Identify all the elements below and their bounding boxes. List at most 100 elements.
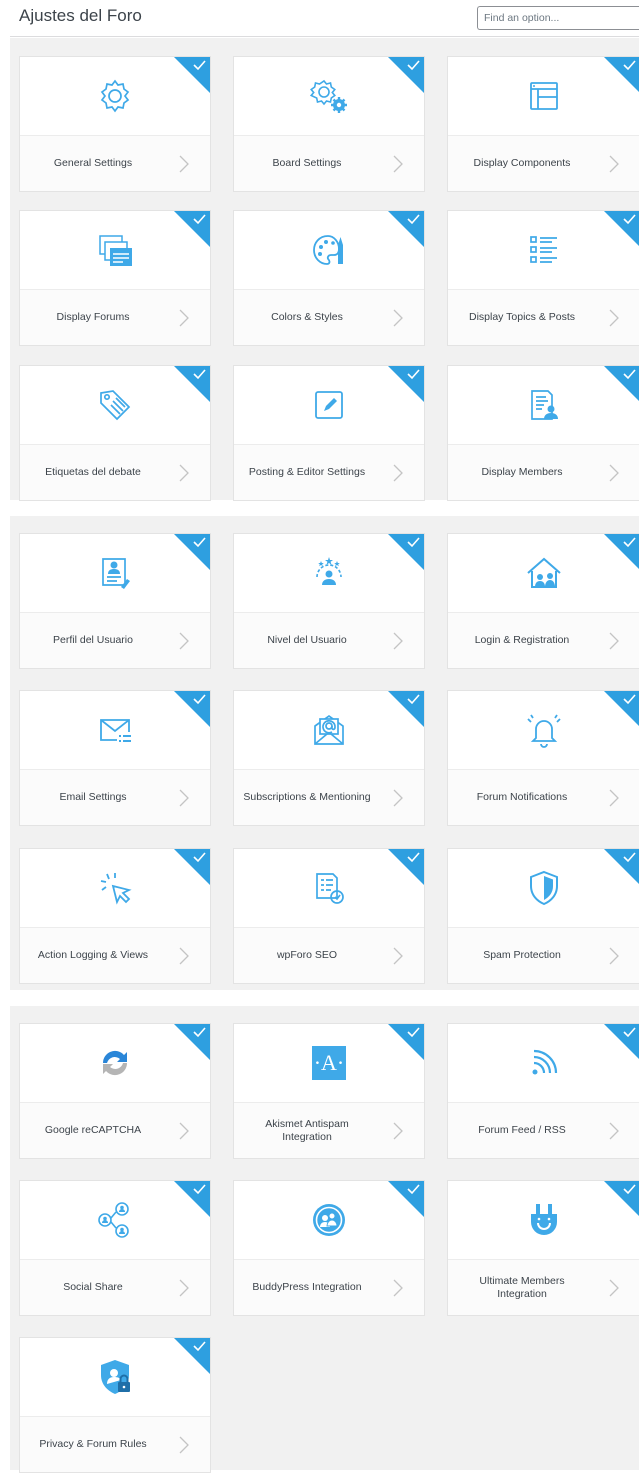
chevron-right-icon xyxy=(179,1122,189,1140)
chevron-right-icon xyxy=(609,309,619,327)
edit-pencil-icon xyxy=(309,385,349,425)
settings-card[interactable]: Etiquetas del debate xyxy=(19,365,211,501)
rss-icon xyxy=(524,1043,564,1083)
checkmark-badge-icon xyxy=(388,366,424,402)
chevron-right-icon xyxy=(179,1279,189,1297)
checkmark-badge-icon xyxy=(604,1181,639,1216)
card-footer: Display Components xyxy=(448,135,639,191)
settings-card[interactable]: wpForo SEO xyxy=(233,848,425,984)
settings-card[interactable]: Social Share xyxy=(19,1180,211,1316)
card-label: Social Share xyxy=(63,1281,123,1293)
card-label: Display Forums xyxy=(56,311,130,323)
card-label: Perfil del Usuario xyxy=(53,634,133,646)
stacked-windows-icon xyxy=(95,230,135,270)
chevron-right-icon xyxy=(393,1279,403,1297)
chevron-right-icon xyxy=(609,632,619,650)
chevron-right-icon xyxy=(609,464,619,482)
search-input[interactable] xyxy=(477,6,639,30)
home-users-icon xyxy=(524,553,564,593)
settings-card[interactable]: Display Components xyxy=(447,56,639,192)
checkmark-badge-icon xyxy=(174,366,210,402)
card-footer: Colors & Styles xyxy=(234,289,424,345)
card-footer: Privacy & Forum Rules xyxy=(20,1416,210,1472)
card-label: Etiquetas del debate xyxy=(45,466,141,478)
settings-card[interactable]: Ultimate Members Integration xyxy=(447,1180,639,1316)
settings-card[interactable]: Email Settings xyxy=(19,690,211,826)
checkmark-badge-icon xyxy=(388,211,424,247)
settings-card[interactable]: General Settings xyxy=(19,56,211,192)
settings-card[interactable]: Spam Protection xyxy=(447,848,639,984)
card-label: Action Logging & Views xyxy=(37,949,149,961)
gear-icon xyxy=(95,76,135,116)
checkmark-badge-icon xyxy=(604,211,639,246)
card-label: Posting & Editor Settings xyxy=(248,466,366,478)
card-label: Google reCAPTCHA xyxy=(44,1124,142,1136)
card-label: Display Components xyxy=(473,157,571,169)
checkmark-badge-icon xyxy=(388,57,424,93)
chevron-right-icon xyxy=(179,309,189,327)
card-label: Forum Feed / RSS xyxy=(478,1124,566,1136)
card-footer: Forum Notifications xyxy=(448,769,639,825)
chevron-right-icon xyxy=(179,155,189,173)
card-footer: BuddyPress Integration xyxy=(234,1259,424,1315)
settings-card[interactable]: Perfil del Usuario xyxy=(19,533,211,669)
list-icon xyxy=(524,230,564,270)
card-footer: Perfil del Usuario xyxy=(20,612,210,668)
checkmark-badge-icon xyxy=(174,1024,210,1060)
settings-card[interactable]: Google reCAPTCHA xyxy=(19,1023,211,1159)
settings-card[interactable]: Posting & Editor Settings xyxy=(233,365,425,501)
checkmark-badge-icon xyxy=(174,211,210,247)
card-footer: Nivel del Usuario xyxy=(234,612,424,668)
card-label: Subscriptions & Mentioning xyxy=(243,791,371,803)
card-footer: Forum Feed / RSS xyxy=(448,1102,639,1158)
settings-card[interactable]: BuddyPress Integration xyxy=(233,1180,425,1316)
card-footer: Action Logging & Views xyxy=(20,927,210,983)
checkmark-badge-icon xyxy=(174,691,210,727)
recaptcha-icon xyxy=(95,1043,135,1083)
chevron-right-icon xyxy=(609,1279,619,1297)
settings-card[interactable]: Action Logging & Views xyxy=(19,848,211,984)
chevron-right-icon xyxy=(393,155,403,173)
chevron-right-icon xyxy=(179,632,189,650)
settings-card[interactable]: Privacy & Forum Rules xyxy=(19,1337,211,1473)
settings-card[interactable]: Display Forums xyxy=(19,210,211,346)
settings-card[interactable]: Display Members xyxy=(447,365,639,501)
settings-card[interactable]: Colors & Styles xyxy=(233,210,425,346)
settings-card[interactable]: ·A· Akismet Antispam Integration xyxy=(233,1023,425,1159)
akismet-icon: ·A· xyxy=(309,1043,349,1083)
checkmark-badge-icon xyxy=(388,534,424,570)
chevron-right-icon xyxy=(609,789,619,807)
chevron-right-icon xyxy=(179,1436,189,1454)
settings-card[interactable]: Board Settings xyxy=(233,56,425,192)
card-label: Forum Notifications xyxy=(476,791,568,803)
card-footer: General Settings xyxy=(20,135,210,191)
share-users-icon xyxy=(95,1200,135,1240)
checkmark-badge-icon xyxy=(604,849,639,884)
card-footer: Subscriptions & Mentioning xyxy=(234,769,424,825)
plug-smile-icon xyxy=(524,1200,564,1240)
member-document-icon xyxy=(524,385,564,425)
chevron-right-icon xyxy=(609,947,619,965)
palette-icon xyxy=(309,230,349,270)
card-footer: Login & Registration xyxy=(448,612,639,668)
checkmark-badge-icon xyxy=(604,1024,639,1059)
card-footer: Board Settings xyxy=(234,135,424,191)
card-label: Colors & Styles xyxy=(271,311,343,323)
privacy-shield-icon xyxy=(95,1357,135,1397)
settings-card[interactable]: Login & Registration xyxy=(447,533,639,669)
settings-card[interactable]: Subscriptions & Mentioning xyxy=(233,690,425,826)
card-footer: Akismet Antispam Integration xyxy=(234,1102,424,1158)
chevron-right-icon xyxy=(393,464,403,482)
checkmark-badge-icon xyxy=(604,691,639,726)
settings-card[interactable]: Forum Feed / RSS xyxy=(447,1023,639,1159)
settings-card[interactable]: Display Topics & Posts xyxy=(447,210,639,346)
checkmark-badge-icon xyxy=(388,849,424,885)
title-divider xyxy=(10,36,639,37)
settings-card[interactable]: Nivel del Usuario xyxy=(233,533,425,669)
settings-card[interactable]: Forum Notifications xyxy=(447,690,639,826)
checkmark-badge-icon xyxy=(388,691,424,727)
card-footer: Email Settings xyxy=(20,769,210,825)
chevron-right-icon xyxy=(609,155,619,173)
shield-icon xyxy=(524,868,564,908)
card-label: General Settings xyxy=(53,157,133,169)
